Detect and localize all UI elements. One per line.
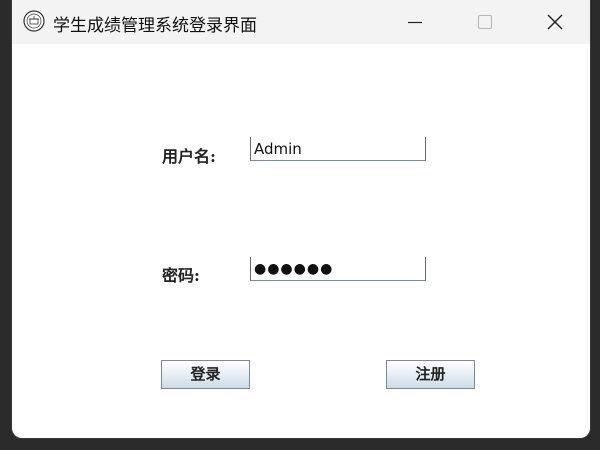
login-form: 用户名: 密码: 登录 注册 <box>12 44 590 438</box>
username-label: 用户名: <box>162 147 216 166</box>
title-bar[interactable]: 学生成绩管理系统登录界面 <box>12 0 590 44</box>
minimize-button[interactable] <box>392 0 438 44</box>
login-window: 学生成绩管理系统登录界面 用户名: 密码: 登录 注册 <box>12 0 590 438</box>
maximize-icon <box>477 14 493 30</box>
login-button[interactable]: 登录 <box>161 360 250 389</box>
window-title: 学生成绩管理系统登录界面 <box>53 16 257 36</box>
register-button[interactable]: 注册 <box>386 360 475 389</box>
password-label: 密码: <box>162 266 200 285</box>
close-button[interactable] <box>532 0 578 44</box>
password-input[interactable] <box>250 257 426 281</box>
maximize-button[interactable] <box>462 0 508 44</box>
close-icon <box>547 14 563 30</box>
minimize-icon <box>408 21 422 24</box>
app-logo-icon <box>23 10 45 32</box>
username-input[interactable] <box>250 137 426 161</box>
